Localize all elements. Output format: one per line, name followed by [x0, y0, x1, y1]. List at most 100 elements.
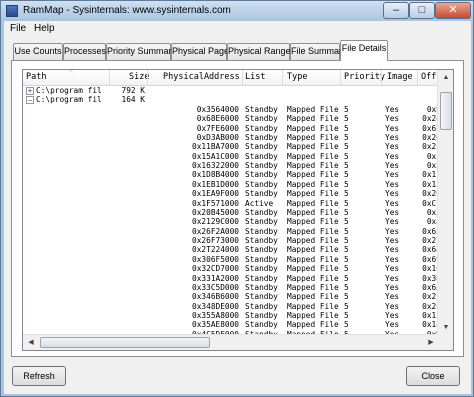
- sort-indicator-icon: ˄: [69, 69, 73, 75]
- column-divider[interactable]: [340, 70, 341, 86]
- page-priority: 5: [344, 273, 349, 283]
- tab-priority-summary[interactable]: Priority Summary: [106, 43, 176, 60]
- vertical-scrollbar[interactable]: ▲ ▼: [437, 70, 453, 336]
- tab-file-details[interactable]: File Details: [340, 40, 388, 61]
- expand-toggle-icon[interactable]: +: [26, 87, 34, 95]
- page-row[interactable]: 0x20B45000 Standby Mapped File 5 Yes 0x3000: [23, 208, 439, 217]
- expand-toggle-icon[interactable]: –: [26, 96, 34, 105]
- scroll-left-icon[interactable]: ◀: [24, 336, 38, 350]
- menu-file[interactable]: File: [10, 23, 26, 34]
- tab-physical-pages[interactable]: Physical Pages: [171, 43, 234, 60]
- page-row[interactable]: 0x16322000 Standby Mapped File 5 Yes 0x2000: [23, 161, 439, 170]
- refresh-button[interactable]: Refresh: [12, 366, 66, 386]
- column-path[interactable]: Path: [26, 72, 46, 82]
- page-list: Standby: [245, 114, 278, 124]
- page-row[interactable]: 0x26F2A000 Standby Mapped File 5 Yes 0x67000: [23, 227, 439, 236]
- page-priority: 5: [344, 142, 349, 152]
- title-bar[interactable]: RamMap - Sysinternals: www.sysinternals.…: [1, 1, 473, 21]
- column-type[interactable]: Type: [287, 72, 307, 82]
- page-priority: 5: [344, 161, 349, 170]
- column-list[interactable]: List: [245, 72, 265, 82]
- physical-address: 0x33C5D000: [192, 282, 239, 292]
- page-row[interactable]: 0x15A1C000 Standby Mapped File 5 Yes 0x5000: [23, 152, 439, 161]
- column-physical-address[interactable]: PhysicalAddress: [163, 72, 240, 82]
- close-button[interactable]: Close: [406, 366, 460, 386]
- page-offset: 0x5000: [426, 151, 439, 161]
- page-list: Standby: [245, 273, 278, 283]
- page-list: Standby: [245, 254, 278, 264]
- page-list: Standby: [245, 311, 278, 320]
- tab-use-counts[interactable]: Use Counts: [13, 43, 63, 60]
- page-row[interactable]: 0x1EA9F000 Standby Mapped File 5 Yes 0x26000: [23, 189, 439, 198]
- column-divider[interactable]: [242, 70, 243, 86]
- page-offset: 0xCF000: [422, 198, 439, 208]
- page-image: Yes: [385, 132, 400, 142]
- physical-address: 0x331A2000: [192, 273, 239, 283]
- page-row[interactable]: 0x1EB1D000 Standby Mapped File 5 Yes 0x15000: [23, 180, 439, 189]
- page-offset: 0x2E000: [422, 292, 439, 302]
- file-details-pane: Path ˄ Size PhysicalAddress List Type Pr…: [11, 60, 464, 357]
- column-divider[interactable]: [109, 70, 110, 86]
- page-row[interactable]: 0x7FE6000 Standby Mapped File 5 Yes 0x62000: [23, 124, 439, 133]
- page-image: Yes: [385, 292, 400, 302]
- column-priority[interactable]: Priority: [344, 72, 385, 82]
- file-row[interactable]: + C:\program fil 792 K: [23, 86, 439, 95]
- horizontal-scroll-thumb[interactable]: [40, 337, 210, 348]
- scroll-right-icon[interactable]: ▶: [424, 336, 438, 350]
- column-divider[interactable]: [381, 70, 382, 86]
- minimize-button[interactable]: –: [383, 2, 409, 19]
- page-row[interactable]: 0x3564000 Standby Mapped File 5 Yes 0xB000: [23, 105, 439, 114]
- page-row[interactable]: 0xD3AB000 Standby Mapped File 5 Yes 0x26000: [23, 133, 439, 142]
- page-list: Standby: [245, 292, 278, 302]
- page-type: Mapped File: [287, 273, 339, 283]
- close-window-button[interactable]: ✕: [435, 2, 471, 19]
- page-type: Mapped File: [287, 170, 339, 180]
- physical-address: 0x1EB1D000: [192, 179, 239, 189]
- file-details-list[interactable]: Path ˄ Size PhysicalAddress List Type Pr…: [22, 69, 454, 351]
- page-row[interactable]: 0x331A2000 Standby Mapped File 5 Yes 0x30000: [23, 274, 439, 283]
- page-priority: 5: [344, 114, 349, 124]
- column-divider[interactable]: [147, 70, 148, 86]
- page-row[interactable]: 0x346B6000 Standby Mapped File 5 Yes 0x2E000: [23, 292, 439, 301]
- page-priority: 5: [344, 123, 349, 133]
- page-row[interactable]: 0x68E6000 Standby Mapped File 5 Yes 0x24000: [23, 114, 439, 123]
- scroll-up-icon[interactable]: ▲: [439, 71, 453, 85]
- scrollbar-corner: [437, 334, 453, 350]
- physical-address: 0x20B45000: [192, 207, 239, 217]
- page-row[interactable]: 0x355A8000 Standby Mapped File 5 Yes 0x12000: [23, 311, 439, 320]
- page-priority: 5: [344, 292, 349, 302]
- page-row[interactable]: 0x2T224000 Standby Mapped File 5 Yes 0x68000: [23, 245, 439, 254]
- tab-physical-ranges[interactable]: Physical Ranges: [227, 43, 295, 60]
- page-row[interactable]: 0x11BA7000 Standby Mapped File 5 Yes 0x25000: [23, 142, 439, 151]
- column-divider[interactable]: [417, 70, 418, 86]
- menu-help[interactable]: Help: [34, 23, 55, 34]
- horizontal-scrollbar[interactable]: ◀ ▶: [23, 334, 439, 350]
- page-offset: 0x15000: [422, 179, 439, 189]
- scroll-down-icon[interactable]: ▼: [439, 321, 453, 335]
- page-row[interactable]: 0x1D8B4000 Standby Mapped File 5 Yes 0x11000: [23, 170, 439, 179]
- page-offset: 0x2000: [426, 161, 439, 170]
- maximize-button[interactable]: □: [409, 2, 435, 19]
- page-row[interactable]: 0x35AE8000 Standby Mapped File 5 Yes 0x14000: [23, 320, 439, 329]
- page-priority: 5: [344, 104, 349, 114]
- page-list: Standby: [245, 320, 278, 330]
- page-row[interactable]: 0x348DE000 Standby Mapped File 5 Yes 0x28000: [23, 302, 439, 311]
- file-row[interactable]: – C:\program fil 164 K: [23, 95, 439, 105]
- page-list: Standby: [245, 189, 278, 199]
- tab-processes[interactable]: Processes: [63, 43, 106, 60]
- page-image: Yes: [385, 245, 400, 255]
- page-row[interactable]: 0x306F5000 Standby Mapped File 5 Yes 0x69000: [23, 255, 439, 264]
- column-divider[interactable]: [282, 70, 283, 86]
- vertical-scroll-thumb[interactable]: [440, 92, 452, 130]
- file-path: C:\program fil: [36, 95, 102, 105]
- page-row[interactable]: 0x32CD7000 Standby Mapped File 5 Yes 0x10000: [23, 264, 439, 273]
- page-row[interactable]: 0x26F73000 Standby Mapped File 5 Yes 0x27000: [23, 236, 439, 245]
- tab-file-summary[interactable]: File Summary: [290, 43, 347, 60]
- page-offset: 0x4000: [426, 217, 439, 227]
- page-row[interactable]: 0x2129C000 Standby Mapped File 5 Yes 0x4000: [23, 217, 439, 226]
- page-list: Standby: [245, 161, 278, 170]
- page-row[interactable]: 0x33C5D000 Standby Mapped File 5 Yes 0x63000: [23, 283, 439, 292]
- page-row[interactable]: 0x1F571000 Active Mapped File 5 Yes 0xCF000: [23, 199, 439, 208]
- page-image: Yes: [385, 320, 400, 330]
- column-image[interactable]: Image: [387, 72, 413, 82]
